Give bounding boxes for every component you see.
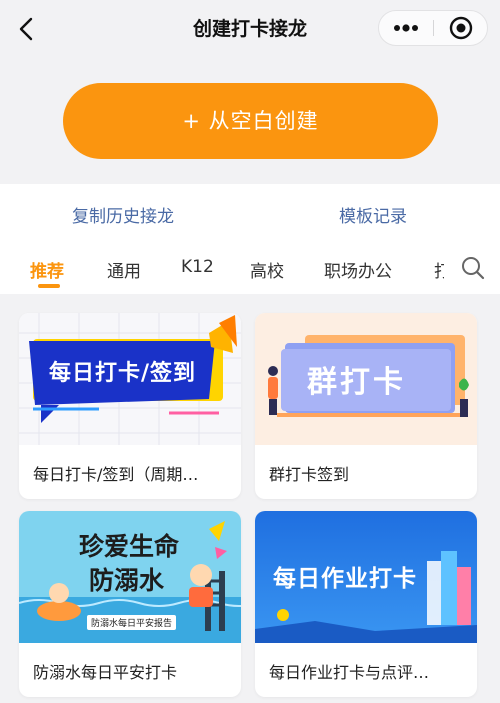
search-button[interactable] xyxy=(460,255,486,281)
template-card[interactable]: 每日打卡/签到 每日打卡/签到（周期… xyxy=(19,313,241,499)
card-title: 防溺水每日平安打卡 xyxy=(33,663,178,682)
search-icon xyxy=(462,257,485,280)
template-thumbnail: 珍爱生命 防溺水 防溺水每日平安报告 xyxy=(19,511,241,643)
target-close-icon xyxy=(449,16,473,40)
card-banner-title: 珍爱生命 xyxy=(79,532,180,561)
template-thumbnail: 每日作业打卡 xyxy=(255,511,477,643)
tab-clipped-label: 打 xyxy=(434,262,444,282)
create-section: + 从空白创建 xyxy=(0,56,500,184)
mini-program-capsule xyxy=(378,10,488,46)
more-dots-icon xyxy=(394,24,418,32)
close-button[interactable] xyxy=(434,11,488,45)
links-row: 复制历史接龙 模板记录 xyxy=(0,184,500,240)
tab-university[interactable]: 高校 xyxy=(250,257,284,282)
more-button[interactable] xyxy=(379,11,433,45)
card-banner-text: 每日打卡/签到 xyxy=(49,361,197,386)
template-records-link[interactable]: 模板记录 xyxy=(339,202,407,227)
active-tab-indicator xyxy=(38,284,60,288)
category-tabs: 推荐 通用 K12 高校 职场办公 打 xyxy=(0,240,500,294)
card-title: 每日打卡/签到（周期… xyxy=(33,465,199,484)
tab-k12[interactable]: K12 xyxy=(181,257,214,277)
navigation-bar: 创建打卡接龙 xyxy=(0,0,500,56)
create-blank-button[interactable]: + 从空白创建 xyxy=(63,83,438,159)
card-title: 群打卡签到 xyxy=(269,465,350,484)
card-title: 每日作业打卡与点评… xyxy=(269,663,430,682)
template-thumbnail: 群打卡 xyxy=(255,313,477,445)
template-card[interactable]: 珍爱生命 防溺水 防溺水每日平安报告 防溺水每日平安打卡 xyxy=(19,511,241,697)
card-banner-subtitle: 防溺水 xyxy=(89,566,165,595)
template-card[interactable]: 群打卡 群打卡签到 xyxy=(255,313,477,499)
tab-general[interactable]: 通用 xyxy=(107,257,141,282)
template-thumbnail: 每日打卡/签到 xyxy=(19,313,241,445)
card-banner-caption: 防溺水每日平安报告 xyxy=(87,615,177,630)
template-card[interactable]: 每日作业打卡 每日作业打卡与点评… xyxy=(255,511,477,697)
tab-recommended[interactable]: 推荐 xyxy=(30,257,64,282)
tab-workplace[interactable]: 职场办公 xyxy=(324,257,392,282)
card-banner-text: 每日作业打卡 xyxy=(273,566,417,592)
copy-history-link[interactable]: 复制历史接龙 xyxy=(72,202,174,227)
tab-overflow[interactable]: 打 xyxy=(430,240,444,294)
card-banner-text: 群打卡 xyxy=(307,365,406,400)
template-grid: 每日打卡/签到 每日打卡/签到（周期… 群打卡 群打卡签到 珍爱生命 防溺水 防… xyxy=(0,294,500,703)
